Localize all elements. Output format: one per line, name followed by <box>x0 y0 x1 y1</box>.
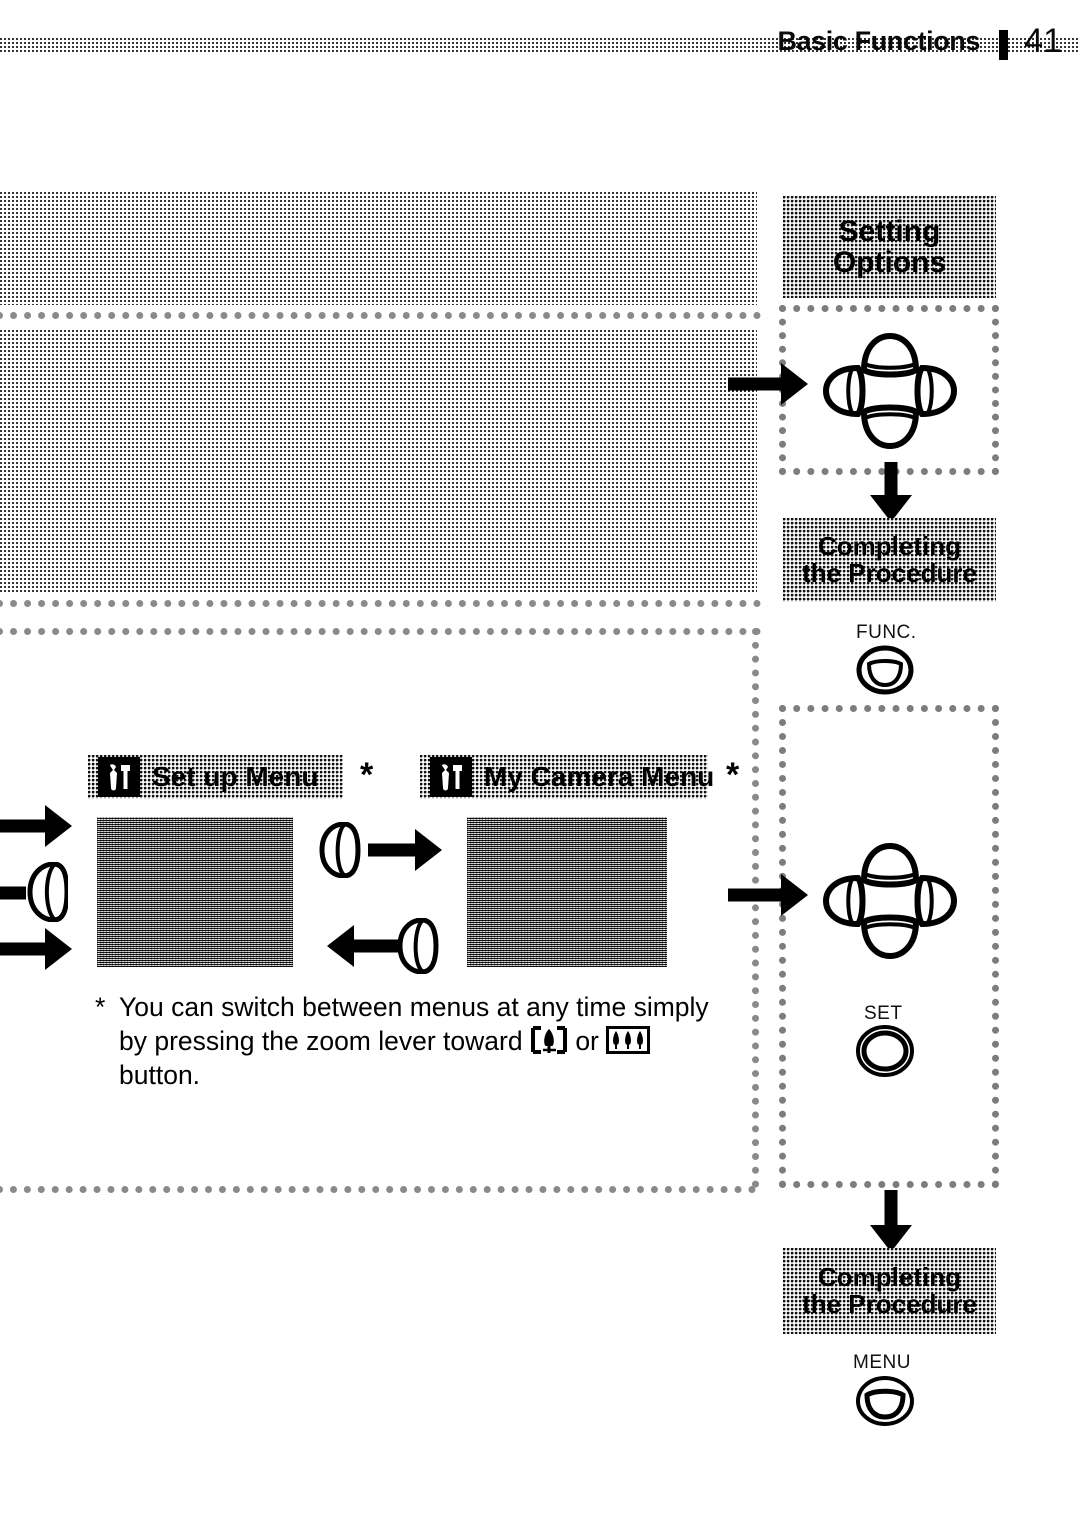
set-button-icon[interactable] <box>855 1024 915 1078</box>
flow-divider-dots-3 <box>0 628 761 635</box>
completing-bottom-line1: Completing <box>818 1261 961 1292</box>
completing-bottom-line2: the Procedure <box>802 1289 977 1319</box>
flow-diagram-upper-block <box>0 192 757 305</box>
footnote-text-part3: button. <box>119 1060 201 1090</box>
wide-angle-three-trees-icon <box>606 1026 651 1054</box>
menu-button-icon[interactable] <box>855 1375 915 1427</box>
footnote-mark: * <box>95 992 106 1022</box>
flow-divider-dots-4 <box>0 1186 756 1193</box>
flow-divider-dots-1 <box>0 312 761 319</box>
setup-menu-footnote-mark: * <box>360 756 374 794</box>
setting-options-line2: Options <box>832 246 947 279</box>
wrench-screwdriver-icon <box>430 757 472 797</box>
flow-arrow-in-top <box>0 805 72 847</box>
setup-menu-banner[interactable]: Set up Menu <box>88 755 343 799</box>
footnote: * You can switch between menus at any ti… <box>95 990 735 1092</box>
my-camera-menu-footnote-mark: * <box>726 756 740 794</box>
func-button-label: FUNC. <box>856 622 917 643</box>
flow-arrow-down-to-completing-bottom <box>870 1190 912 1252</box>
wrench-screwdriver-icon <box>98 757 140 797</box>
omni-selector-bottom[interactable] <box>820 836 960 966</box>
page-number: 41 <box>1024 22 1062 60</box>
page-header: Basic Functions 41 <box>0 22 1080 60</box>
zoom-lever-icon-to-my-camera <box>318 821 362 879</box>
flow-arrow-down-to-completing-top <box>870 462 912 522</box>
completing-top-line1: Completing <box>818 530 961 561</box>
flow-divider-dots-2 <box>0 600 761 607</box>
setup-menu-label: Set up Menu <box>152 761 319 792</box>
zoom-lever-icon-left <box>24 861 70 923</box>
page-title: Basic Functions <box>777 26 980 56</box>
my-camera-menu-label: My Camera Menu <box>484 761 715 792</box>
header-divider-icon <box>999 30 1008 60</box>
setup-menu-screenshot <box>97 817 293 967</box>
completing-procedure-box-top: Completing the Procedure <box>783 518 996 602</box>
footnote-text-part2: or <box>567 1026 607 1056</box>
completing-top-line2: the Procedure <box>802 558 977 588</box>
flow-arrow-mycamera-to-setup <box>327 925 401 967</box>
zoom-lever-icon-to-set-up <box>396 917 440 975</box>
omni-selector-top[interactable] <box>820 326 960 456</box>
flow-arrow-in-bottom <box>0 928 72 970</box>
flow-arrow-to-joystick-top <box>728 363 808 405</box>
flow-arrow-to-joystick-bottom <box>728 874 808 916</box>
my-camera-menu-screenshot <box>467 817 667 967</box>
telephoto-single-tree-icon <box>530 1026 568 1054</box>
menu-button-label: MENU <box>853 1352 911 1373</box>
setting-options-box: Setting Options <box>783 196 996 298</box>
setting-options-line1: Setting <box>838 214 941 248</box>
my-camera-menu-banner[interactable]: My Camera Menu <box>420 755 714 799</box>
set-button-label: SET <box>864 1003 903 1024</box>
func-button-icon[interactable] <box>856 645 914 695</box>
flow-diagram-middle-block <box>0 330 757 592</box>
flow-arrow-in-middle <box>0 872 26 914</box>
completing-procedure-box-bottom: Completing the Procedure <box>783 1248 996 1334</box>
flow-arrow-setup-to-mycamera <box>368 829 442 871</box>
